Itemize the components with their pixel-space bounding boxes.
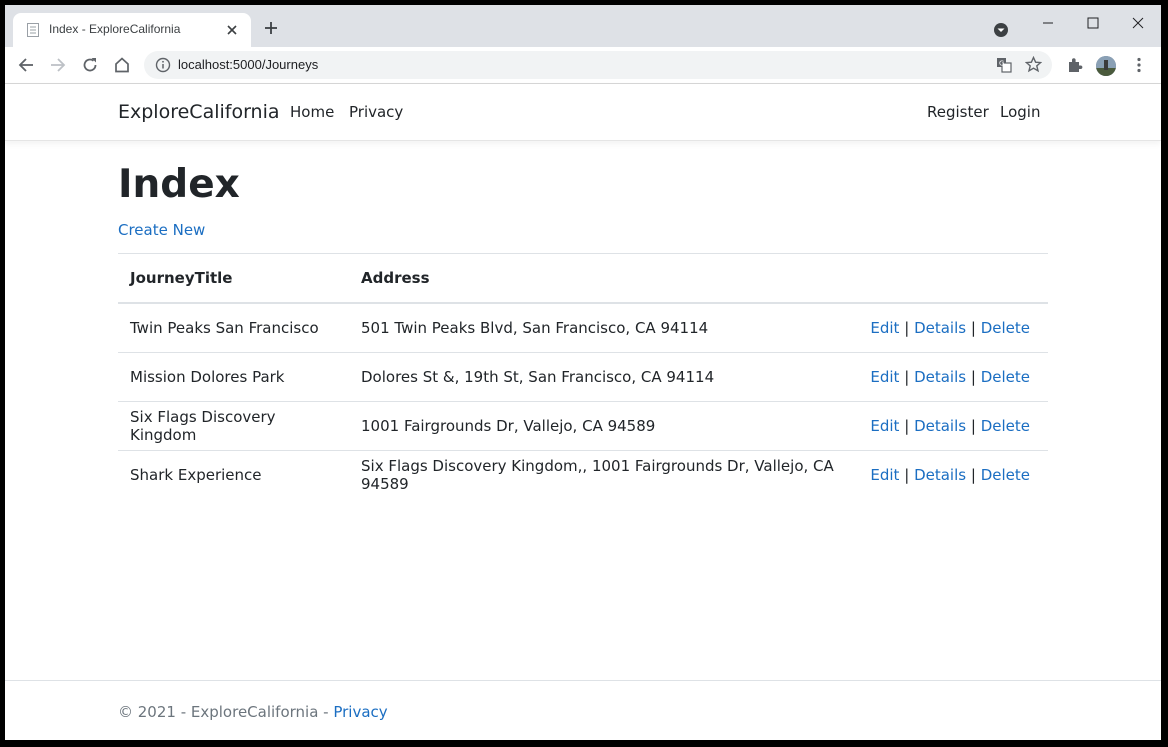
actions-cell: Edit | Details | Delete	[858, 450, 1048, 499]
site-navbar: ExploreCalifornia Home Privacy Register …	[5, 84, 1161, 141]
footer-text: © 2021 - ExploreCalifornia - Privacy	[118, 703, 388, 721]
copyright-text: © 2021 - ExploreCalifornia -	[118, 703, 334, 721]
journey-title-cell: Twin Peaks San Francisco	[118, 302, 349, 353]
separator: |	[904, 417, 910, 435]
table-header-row: JourneyTitle Address	[118, 253, 1048, 304]
edit-link[interactable]: Edit	[870, 368, 899, 386]
separator: |	[904, 319, 910, 337]
tab-search-icon[interactable]	[993, 22, 1009, 38]
journeys-table: JourneyTitle Address Twin Peaks San Fran…	[118, 253, 1048, 499]
journey-title-cell: Shark Experience	[118, 450, 349, 499]
separator: |	[970, 466, 976, 484]
info-icon[interactable]	[155, 57, 171, 73]
actions-cell: Edit | Details | Delete	[858, 302, 1048, 353]
separator: |	[970, 368, 976, 386]
table-row: Twin Peaks San Francisco 501 Twin Peaks B…	[118, 302, 1048, 353]
separator: |	[904, 368, 910, 386]
tab-strip: Index - ExploreCalifornia	[5, 5, 1161, 47]
url-text[interactable]: localhost:5000/Journeys	[178, 57, 318, 72]
nav-register-link[interactable]: Register	[927, 103, 989, 121]
nav-privacy-link[interactable]: Privacy	[349, 103, 403, 121]
create-new-link[interactable]: Create New	[118, 221, 205, 239]
address-cell: 1001 Fairgrounds Dr, Vallejo, CA 94589	[349, 401, 859, 451]
extensions-icon[interactable]	[1066, 56, 1084, 74]
star-icon[interactable]	[1025, 56, 1042, 73]
address-cell: Dolores St &, 19th St, San Francisco, CA…	[349, 352, 859, 402]
journey-title-cell: Six Flags Discovery Kingdom	[118, 401, 349, 451]
table-row: Six Flags Discovery Kingdom 1001 Fairgrou…	[118, 401, 1048, 451]
home-icon[interactable]	[113, 56, 131, 74]
address-cell: 501 Twin Peaks Blvd, San Francisco, CA 9…	[349, 302, 859, 353]
plus-icon[interactable]	[264, 21, 278, 35]
separator: |	[904, 466, 910, 484]
browser-toolbar: localhost:5000/Journeys G	[5, 47, 1161, 84]
reload-icon[interactable]	[81, 56, 99, 74]
delete-link[interactable]: Delete	[981, 417, 1030, 435]
details-link[interactable]: Details	[914, 466, 966, 484]
window-close-icon[interactable]	[1128, 13, 1148, 33]
table-row: Shark Experience Six Flags Discovery King…	[118, 450, 1048, 499]
browser-tab[interactable]: Index - ExploreCalifornia	[13, 13, 251, 47]
page-icon	[27, 23, 39, 37]
column-header-journey-title: JourneyTitle	[118, 253, 349, 304]
details-link[interactable]: Details	[914, 368, 966, 386]
forward-arrow-icon[interactable]	[49, 56, 67, 74]
details-link[interactable]: Details	[914, 319, 966, 337]
tab-title: Index - ExploreCalifornia	[49, 22, 181, 36]
details-link[interactable]: Details	[914, 417, 966, 435]
footer-privacy-link[interactable]: Privacy	[333, 703, 387, 721]
address-cell: Six Flags Discovery Kingdom,, 1001 Fairg…	[349, 450, 859, 499]
separator: |	[970, 319, 976, 337]
table-body: Twin Peaks San Francisco 501 Twin Peaks B…	[118, 302, 1048, 499]
edit-link[interactable]: Edit	[870, 417, 899, 435]
table-row: Mission Dolores Park Dolores St &, 19th S…	[118, 352, 1048, 402]
delete-link[interactable]: Delete	[981, 466, 1030, 484]
svg-text:G: G	[999, 60, 1004, 68]
avatar[interactable]	[1096, 56, 1116, 76]
profile-picture-icon	[1096, 56, 1116, 76]
nav-home-link[interactable]: Home	[290, 103, 334, 121]
maximize-icon[interactable]	[1083, 13, 1103, 33]
actions-cell: Edit | Details | Delete	[858, 401, 1048, 451]
edit-link[interactable]: Edit	[870, 466, 899, 484]
nav-login-link[interactable]: Login	[1000, 103, 1040, 121]
brand-link[interactable]: ExploreCalifornia	[118, 101, 280, 123]
translate-icon[interactable]: G	[996, 57, 1012, 73]
site-footer: © 2021 - ExploreCalifornia - Privacy	[5, 680, 1161, 740]
separator: |	[970, 417, 976, 435]
delete-link[interactable]: Delete	[981, 319, 1030, 337]
delete-link[interactable]: Delete	[981, 368, 1030, 386]
actions-cell: Edit | Details | Delete	[858, 352, 1048, 402]
browser-window: Index - ExploreCalifornia localhost:5000…	[5, 5, 1161, 740]
minimize-icon[interactable]	[1038, 13, 1058, 33]
address-bar[interactable]: localhost:5000/Journeys G	[144, 51, 1052, 79]
page-viewport: ExploreCalifornia Home Privacy Register …	[5, 84, 1161, 740]
menu-dots-icon[interactable]	[1130, 56, 1148, 74]
journey-title-cell: Mission Dolores Park	[118, 352, 349, 402]
page-title: Index	[118, 162, 240, 207]
back-arrow-icon[interactable]	[17, 56, 35, 74]
close-icon[interactable]	[225, 23, 239, 37]
column-header-address: Address	[349, 253, 859, 304]
column-header-actions	[858, 253, 1048, 304]
edit-link[interactable]: Edit	[870, 319, 899, 337]
